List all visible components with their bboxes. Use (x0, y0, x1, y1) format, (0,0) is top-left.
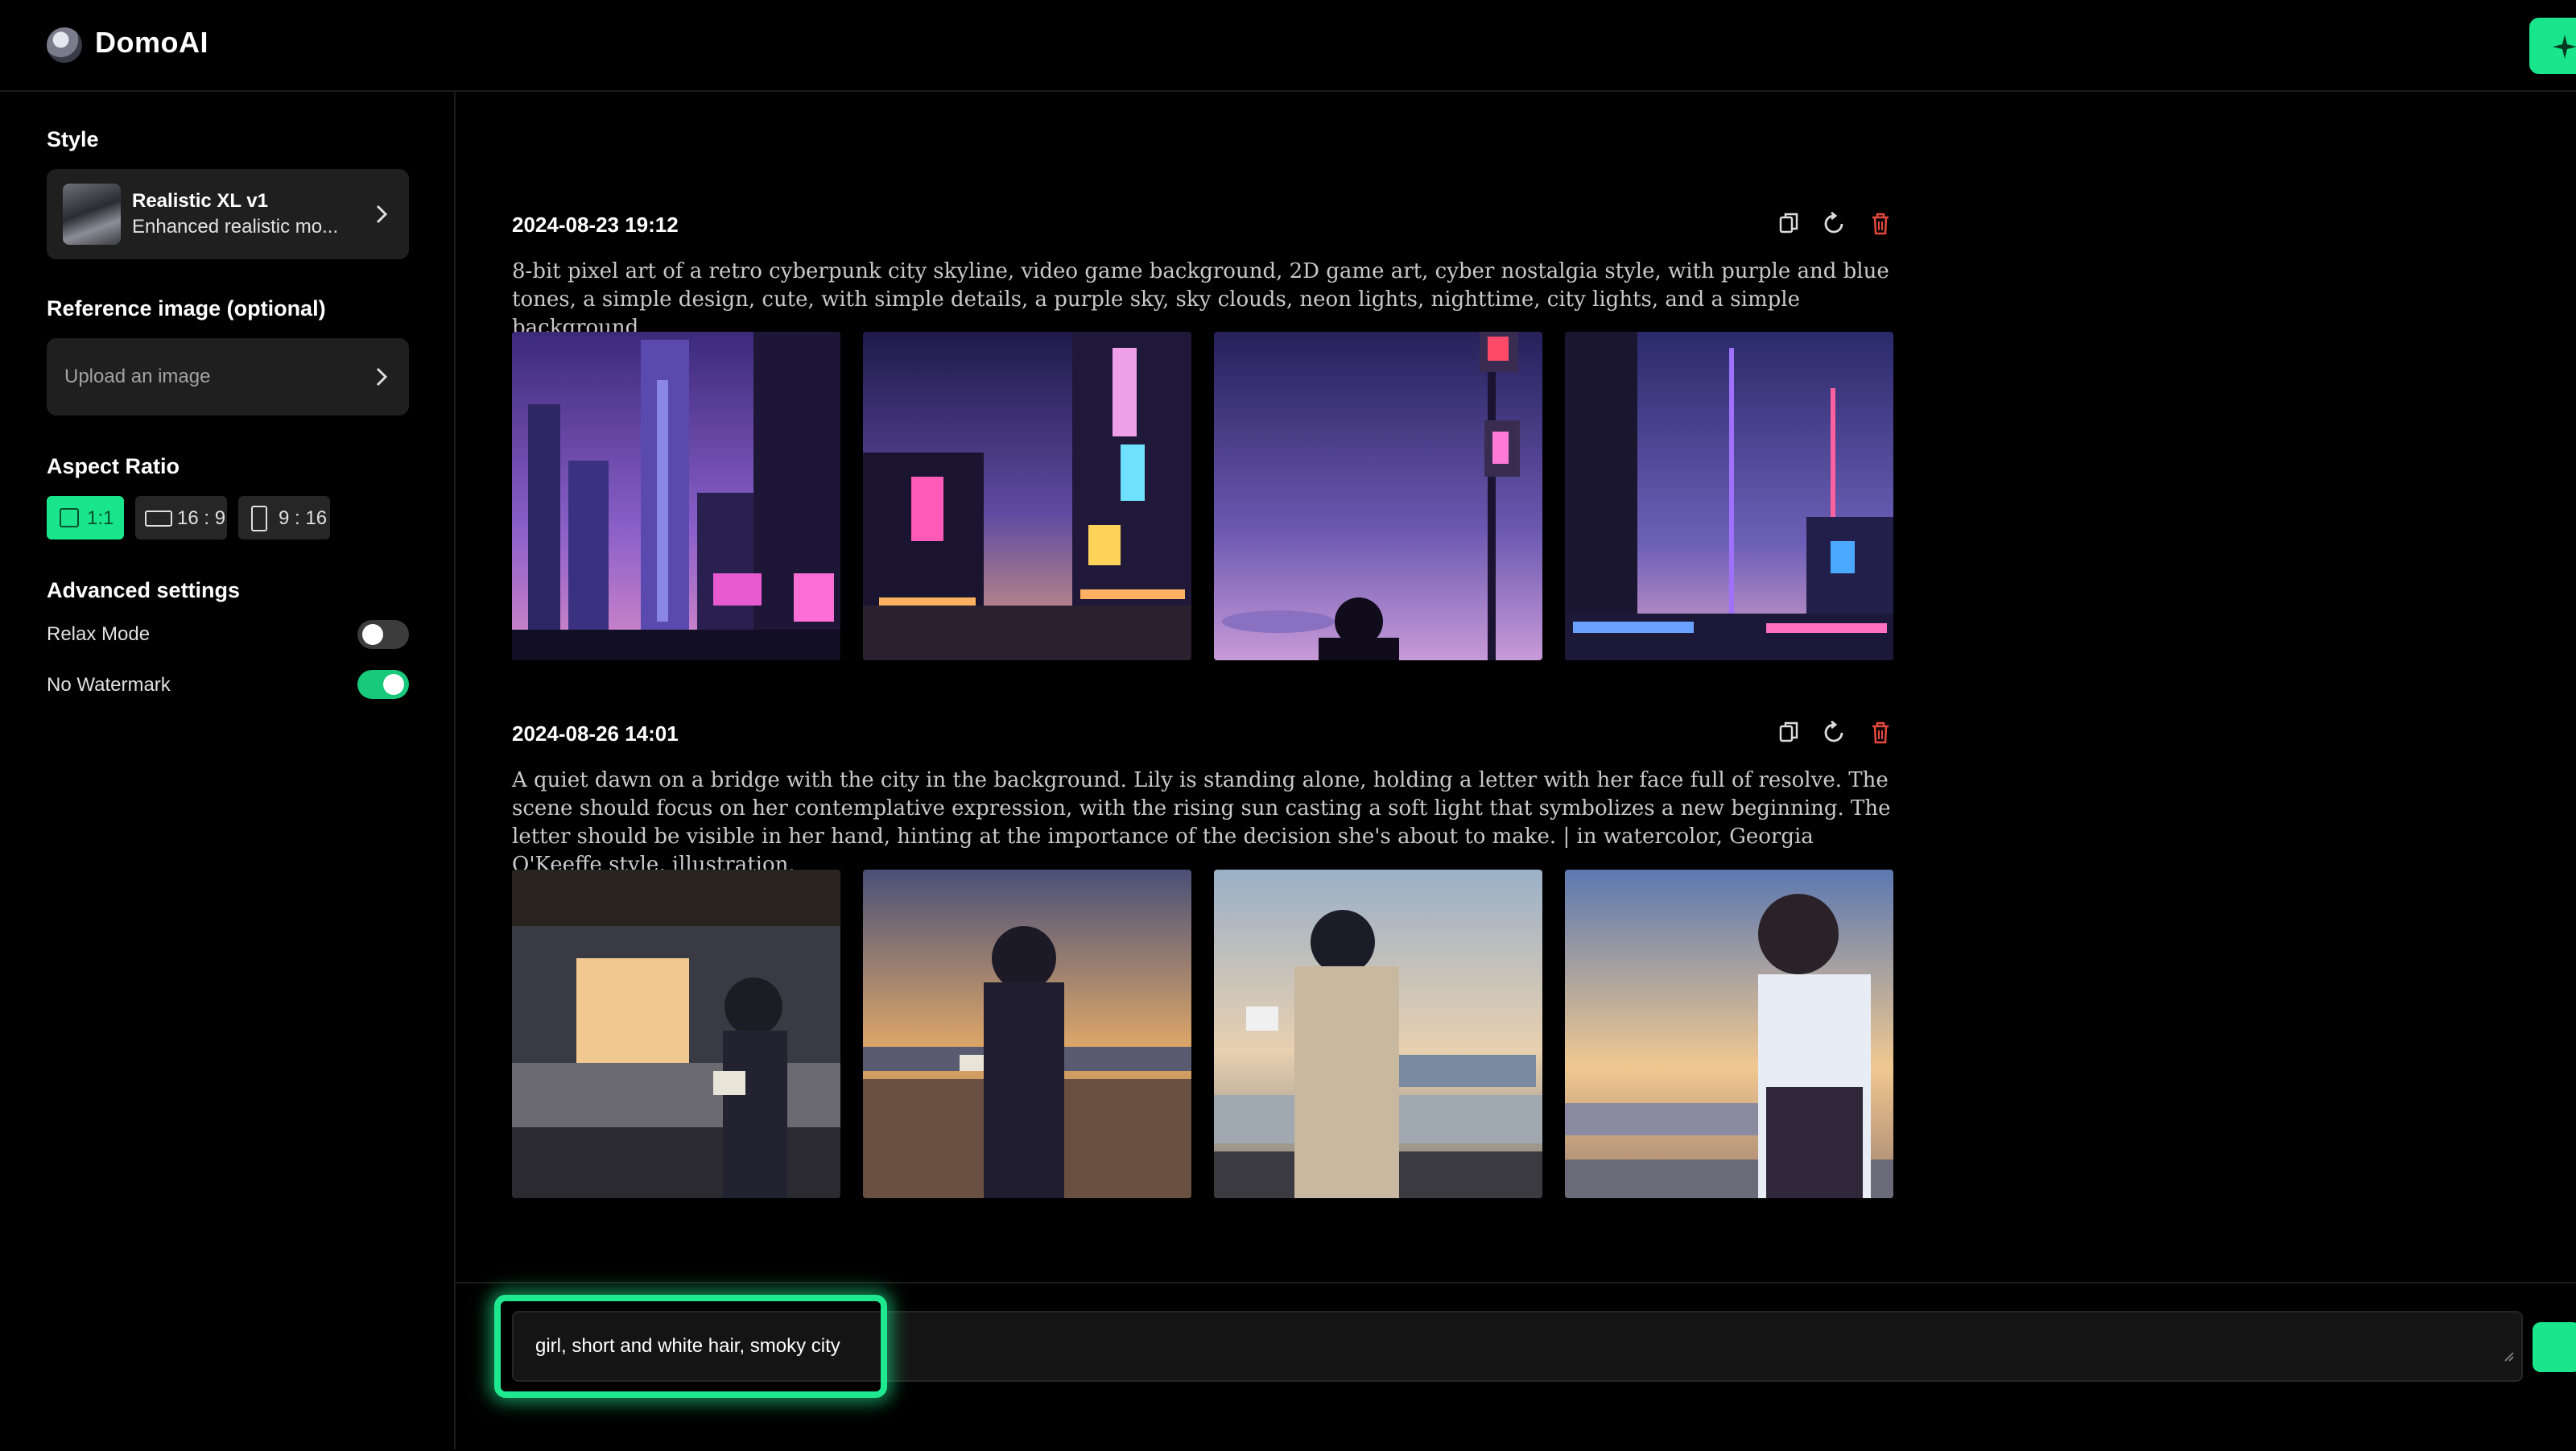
upload-label: Upload an image (64, 366, 211, 387)
generated-image[interactable] (1565, 870, 1893, 1198)
chevron-right-icon (376, 367, 388, 387)
upload-image-button[interactable]: Upload an image (47, 338, 409, 415)
generation-date: 2024-08-26 14:01 (512, 721, 679, 746)
portrait-icon (251, 506, 267, 531)
ratio-1-1-button[interactable]: 1:1 (47, 496, 124, 539)
generation-prompt: 8-bit pixel art of a retro cyberpunk cit… (512, 259, 1889, 340)
ratio-label: 16 : 9 (177, 507, 226, 529)
ratio-16-9-button[interactable]: 16 : 9 (135, 496, 227, 539)
delete-icon[interactable] (1869, 720, 1892, 746)
regenerate-icon[interactable] (1821, 211, 1847, 237)
generated-image[interactable] (1214, 870, 1542, 1198)
copy-icon[interactable] (1777, 211, 1800, 237)
generated-image[interactable] (1214, 332, 1542, 660)
style-description: Enhanced realistic mo... (132, 216, 339, 238)
style-name: Realistic XL v1 (132, 190, 268, 212)
toggle-knob (383, 674, 404, 695)
generated-image[interactable] (512, 870, 840, 1198)
generation-date: 2024-08-23 19:12 (512, 213, 679, 237)
regenerate-icon[interactable] (1821, 720, 1847, 746)
style-section-title: Style (47, 127, 99, 151)
focus-highlight (494, 1295, 887, 1398)
reference-section-title: Reference image (optional) (47, 296, 326, 320)
ratio-label: 9 : 16 (279, 507, 328, 529)
landscape-icon (145, 511, 172, 527)
domoai-logo[interactable] (47, 27, 82, 63)
ratio-label: 1:1 (87, 507, 114, 529)
settings-sidebar: Style Realistic XL v1 Enhanced realistic… (0, 92, 456, 1449)
aspect-ratio-title: Aspect Ratio (47, 454, 180, 478)
chevron-right-icon (376, 205, 388, 224)
toggle-knob (362, 624, 383, 645)
advanced-settings-title: Advanced settings (47, 578, 241, 602)
top-bar: DomoAI (0, 0, 2576, 92)
square-icon (60, 508, 79, 527)
relax-mode-toggle[interactable] (357, 620, 409, 649)
app-name[interactable]: DomoAI (95, 26, 208, 60)
no-watermark-toggle[interactable] (357, 670, 409, 699)
style-selector[interactable]: Realistic XL v1 Enhanced realistic mo... (47, 169, 409, 259)
generated-image[interactable] (512, 332, 840, 660)
generation-prompt: A quiet dawn on a bridge with the city i… (512, 768, 1891, 877)
style-thumbnail (63, 184, 121, 245)
delete-icon[interactable] (1869, 211, 1892, 237)
relax-mode-label: Relax Mode (47, 623, 151, 645)
copy-icon[interactable] (1777, 720, 1800, 746)
ratio-9-16-button[interactable]: 9 : 16 (238, 496, 330, 539)
generated-image[interactable] (863, 332, 1191, 660)
resize-handle-icon[interactable] (2502, 1350, 2515, 1362)
generated-image[interactable] (863, 870, 1191, 1198)
generate-sparkle-button[interactable] (2529, 18, 2576, 74)
sparkle-icon (2553, 35, 2576, 59)
send-button[interactable] (2533, 1322, 2576, 1372)
generated-image[interactable] (1565, 332, 1893, 660)
no-watermark-label: No Watermark (47, 674, 171, 696)
